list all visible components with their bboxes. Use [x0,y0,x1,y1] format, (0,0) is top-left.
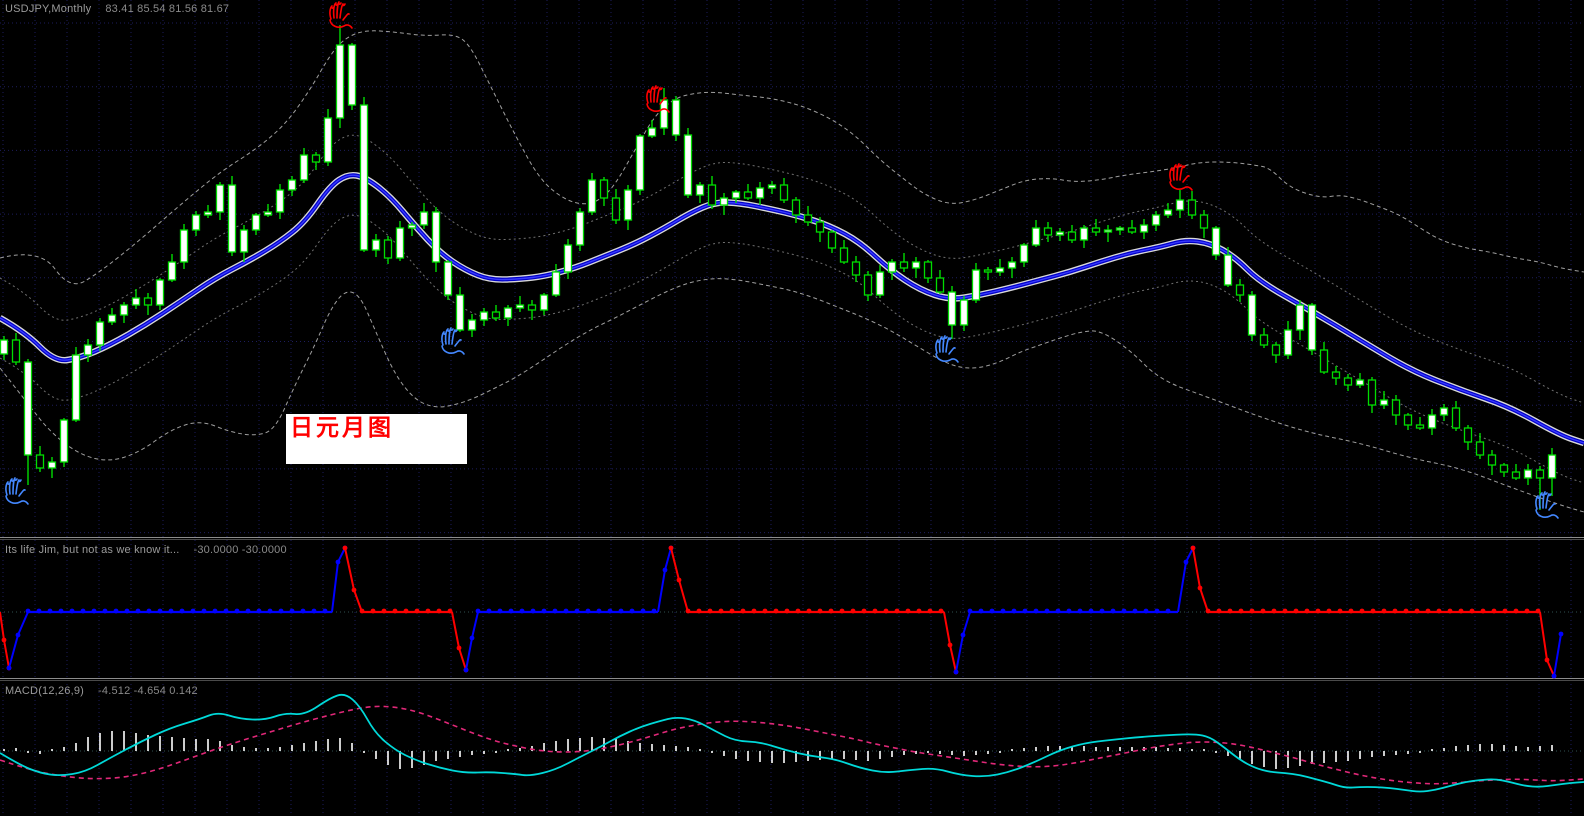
text-label-annotation[interactable]: 日元月图 [286,414,467,464]
macd-panel-title: MACD(12,26,9) -4.512 -4.654 0.142 [5,685,198,697]
symbol-period-label: USDJPY,Monthly [5,3,92,15]
annotation-text: 日元月图 [290,415,394,440]
ohlc-values: 83.41 85.54 81.56 81.67 [105,3,230,15]
price-panel-title: USDJPY,Monthly 83.41 85.54 81.56 81.67 [5,3,229,15]
macd-label: MACD(12,26,9) [5,685,85,697]
signal-indicator-label: Its life Jim, but not as we know it... [5,544,180,556]
chart-canvas[interactable] [0,0,1584,816]
signal-indicator-values: -30.0000 -30.0000 [193,544,287,556]
signal-panel-title: Its life Jim, but not as we know it... -3… [5,544,287,556]
mt4-chart-window: USDJPY,Monthly 83.41 85.54 81.56 81.67 It… [0,0,1584,816]
macd-values: -4.512 -4.654 0.142 [98,685,198,697]
